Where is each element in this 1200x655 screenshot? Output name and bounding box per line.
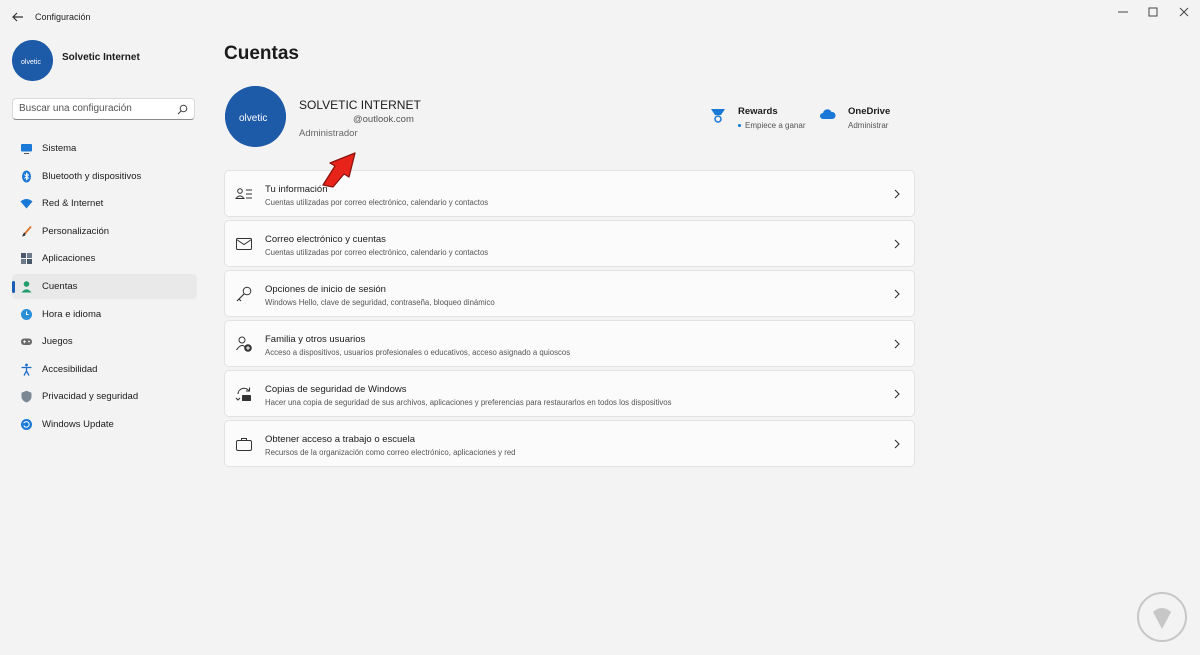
sidebar-item-label: Sistema bbox=[42, 143, 77, 154]
chevron-right-icon bbox=[894, 239, 900, 249]
card-title: Obtener acceso a trabajo o escuela bbox=[265, 434, 415, 445]
account-email: @outlook.com bbox=[353, 114, 414, 125]
avatar-logo-image: olvetic bbox=[12, 40, 53, 81]
onedrive-subtitle: Administrar bbox=[848, 121, 889, 130]
card-subtitle: Hacer una copia de seguridad de sus arch… bbox=[265, 398, 672, 407]
rewards-title: Rewards bbox=[738, 106, 778, 117]
card-subtitle: Recursos de la organización como correo … bbox=[265, 448, 516, 457]
avatar-logo-text: olvetic bbox=[21, 59, 41, 66]
search-box[interactable] bbox=[12, 98, 195, 120]
sidebar-item-label: Red & Internet bbox=[42, 198, 104, 210]
chevron-right-icon bbox=[894, 339, 900, 349]
sidebar-item-windows-update[interactable]: Windows Update bbox=[12, 412, 197, 437]
sidebar-item-sistema[interactable]: Sistema bbox=[12, 136, 197, 161]
card-subtitle: Cuentas utilizadas por correo electrónic… bbox=[265, 248, 489, 257]
rewards-subtitle: Empiece a ganar bbox=[738, 121, 805, 130]
person-info-icon bbox=[235, 188, 252, 199]
gamepad-icon bbox=[21, 338, 32, 346]
avatar-logo-image: olvetic bbox=[225, 86, 286, 147]
main-content: Cuentas olvetic SOLVETIC INTERNET @outlo… bbox=[205, 34, 1200, 655]
card-trabajo-escuela[interactable]: Obtener acceso a trabajo o escuela Recur… bbox=[224, 420, 915, 467]
chevron-right-icon bbox=[894, 289, 900, 299]
trophy-icon bbox=[711, 109, 725, 123]
card-subtitle: Acceso a dispositivos, usuarios profesio… bbox=[265, 348, 571, 357]
update-icon bbox=[21, 418, 32, 430]
sidebar-item-label: Accesibilidad bbox=[42, 363, 98, 375]
card-subtitle: Cuentas utilizadas por correo electrónic… bbox=[265, 198, 489, 207]
card-correo[interactable]: Correo electrónico y cuentas Cuentas uti… bbox=[224, 220, 915, 267]
sidebar-item-label: Personalización bbox=[42, 225, 110, 237]
bluetooth-icon bbox=[22, 170, 31, 183]
sidebar-item-cuentas[interactable]: Cuentas bbox=[12, 273, 197, 299]
sidebar-item-hora[interactable]: Hora e idioma bbox=[12, 302, 197, 327]
card-title: Familia y otros usuarios bbox=[265, 334, 366, 345]
sidebar: olvetic Solvetic Internet Sistema Blueto… bbox=[0, 34, 205, 655]
chevron-right-icon bbox=[894, 189, 900, 199]
sidebar-item-personalizacion[interactable]: Personalización bbox=[12, 219, 197, 244]
minimize-icon[interactable] bbox=[1112, 6, 1134, 18]
annotation-arrow-icon bbox=[322, 152, 356, 188]
onedrive-title: OneDrive bbox=[848, 106, 891, 117]
sidebar-item-label: Hora e idioma bbox=[42, 308, 102, 320]
maximize-icon[interactable] bbox=[1142, 6, 1164, 18]
card-title: Correo electrónico y cuentas bbox=[265, 234, 386, 245]
sidebar-item-label: Aplicaciones bbox=[42, 253, 96, 265]
shield-icon bbox=[21, 391, 32, 403]
card-title: Tu información bbox=[265, 184, 328, 195]
close-icon[interactable] bbox=[1173, 6, 1195, 18]
search-input[interactable] bbox=[19, 103, 169, 114]
monitor-icon bbox=[21, 144, 32, 154]
avatar-logo-text: olvetic bbox=[239, 113, 267, 124]
card-title: Opciones de inicio de sesión bbox=[265, 284, 386, 295]
rewards-link[interactable]: Rewards Empiece a ganar bbox=[709, 104, 809, 134]
search-icon[interactable] bbox=[177, 104, 188, 115]
account-name: SOLVETIC INTERNET bbox=[299, 98, 421, 112]
briefcase-icon bbox=[236, 438, 252, 451]
sidebar-nav: Sistema Bluetooth y dispositivos Red & I… bbox=[12, 136, 197, 440]
sidebar-user-name: Solvetic Internet bbox=[62, 52, 140, 63]
card-subtitle: Windows Hello, clave de seguridad, contr… bbox=[265, 298, 495, 307]
card-familia[interactable]: Familia y otros usuarios Acceso a dispos… bbox=[224, 320, 915, 367]
brush-icon bbox=[22, 225, 32, 237]
sidebar-item-label: Cuentas bbox=[42, 280, 78, 292]
sidebar-item-aplicaciones[interactable]: Aplicaciones bbox=[12, 246, 197, 271]
wifi-icon bbox=[20, 199, 33, 209]
watermark-logo-icon bbox=[1137, 592, 1187, 642]
onedrive-link[interactable]: OneDrive Administrar bbox=[819, 104, 909, 134]
mail-icon bbox=[236, 238, 252, 250]
back-arrow-icon[interactable] bbox=[9, 8, 27, 26]
sidebar-item-juegos[interactable]: Juegos bbox=[12, 329, 197, 354]
sidebar-item-label: Privacidad y seguridad bbox=[42, 391, 139, 403]
avatar[interactable]: olvetic bbox=[12, 40, 53, 81]
cloud-icon bbox=[820, 109, 836, 119]
sidebar-item-label: Juegos bbox=[42, 336, 73, 348]
settings-list: Tu información Cuentas utilizadas por co… bbox=[224, 170, 915, 470]
window-title: Configuración bbox=[35, 12, 91, 22]
backup-icon bbox=[235, 387, 251, 401]
chevron-right-icon bbox=[894, 439, 900, 449]
account-avatar[interactable]: olvetic bbox=[225, 86, 286, 147]
sidebar-item-accesibilidad[interactable]: Accesibilidad bbox=[12, 357, 197, 382]
sidebar-item-label: Windows Update bbox=[42, 418, 114, 430]
page-title: Cuentas bbox=[224, 43, 299, 64]
key-icon bbox=[236, 286, 252, 302]
sidebar-item-red[interactable]: Red & Internet bbox=[12, 191, 197, 216]
globe-clock-icon bbox=[21, 308, 32, 320]
sidebar-item-privacidad[interactable]: Privacidad y seguridad bbox=[12, 384, 197, 409]
person-icon bbox=[21, 281, 32, 293]
account-role: Administrador bbox=[299, 128, 358, 139]
chevron-right-icon bbox=[894, 389, 900, 399]
family-icon bbox=[236, 336, 252, 352]
sidebar-item-label: Bluetooth y dispositivos bbox=[42, 170, 142, 182]
account-email-line: @outlook.com bbox=[299, 114, 414, 125]
card-title: Copias de seguridad de Windows bbox=[265, 384, 407, 395]
accessibility-icon bbox=[21, 363, 32, 376]
card-inicio-sesion[interactable]: Opciones de inicio de sesión Windows Hel… bbox=[224, 270, 915, 317]
title-bar: Configuración bbox=[0, 0, 1200, 34]
sidebar-item-bluetooth[interactable]: Bluetooth y dispositivos bbox=[12, 164, 197, 189]
apps-icon bbox=[21, 253, 32, 265]
card-copias-seguridad[interactable]: Copias de seguridad de Windows Hacer una… bbox=[224, 370, 915, 417]
